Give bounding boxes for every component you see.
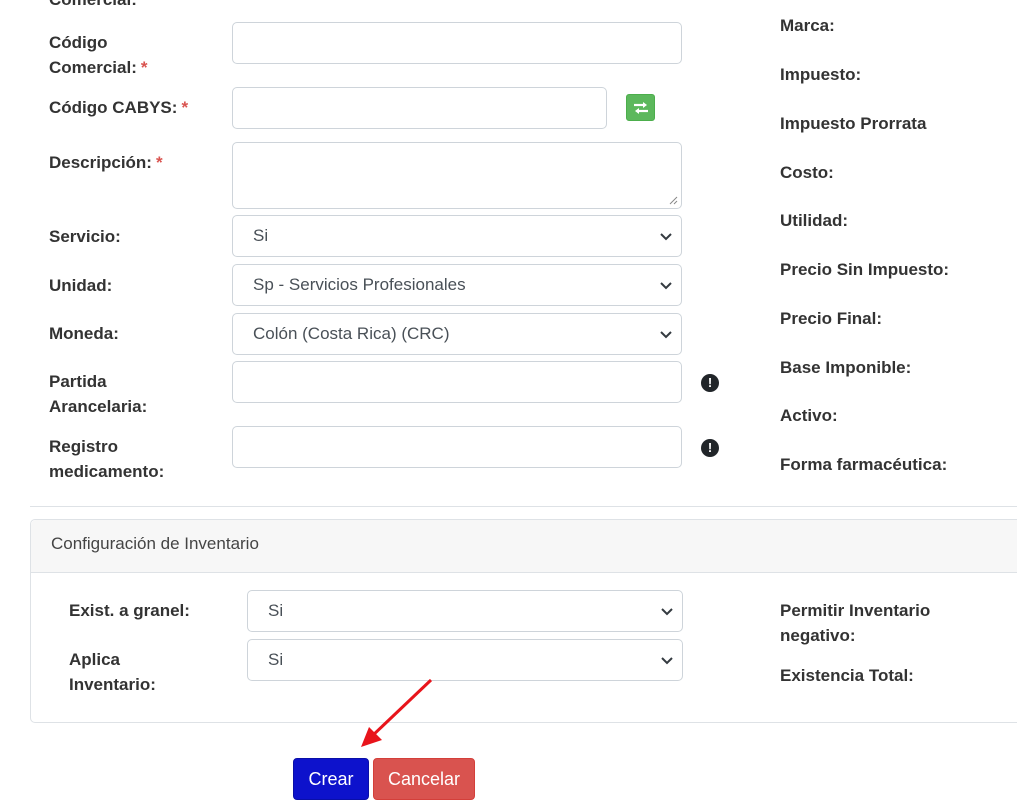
chevron-down-icon: [660, 331, 672, 339]
aplica-inventario-label-line2: Inventario:: [69, 675, 156, 694]
utilidad-label: Utilidad:: [780, 211, 848, 230]
cabys-swap-button[interactable]: [626, 94, 655, 121]
costo-label: Costo:: [780, 163, 834, 182]
aplica-inventario-label-line1: Aplica: [69, 650, 121, 669]
aplica-inventario-select[interactable]: Si: [247, 639, 683, 681]
moneda-label: Moneda:: [49, 324, 119, 343]
activo-label: Activo:: [780, 406, 838, 425]
unidad-select[interactable]: Sp - Servicios Profesionales: [232, 264, 682, 306]
info-icon[interactable]: !: [701, 374, 719, 392]
base-imponible-label: Base Imponible:: [780, 358, 912, 377]
precio-sin-impuesto-label: Precio Sin Impuesto:: [780, 260, 950, 279]
registro-label: Registro medicamento:: [49, 434, 164, 484]
codigo-comercial-label-text: Comercial:: [49, 58, 137, 77]
partida-label: Partida Arancelaria:: [49, 369, 147, 419]
required-marker: *: [155, 153, 163, 172]
registro-label-line1: Registro: [49, 437, 118, 456]
permitir-negativo-label: Permitir Inventario negativo:: [780, 598, 930, 648]
chevron-down-icon: [661, 608, 673, 616]
chevron-down-icon: [661, 657, 673, 665]
section-divider: [30, 506, 1017, 507]
registro-label-line2: medicamento:: [49, 462, 165, 481]
chevron-down-icon: [660, 282, 672, 290]
info-icon[interactable]: !: [701, 439, 719, 457]
codigo-comercial-input[interactable]: [232, 22, 682, 64]
servicio-label: Servicio:: [49, 227, 121, 246]
codigo-comercial-label: Código Comercial: *: [49, 30, 148, 80]
cut-off-label: Comercial:: [49, 0, 137, 12]
codigo-comercial-label-line2: Comercial: *: [49, 55, 148, 80]
permitir-negativo-label-line2: negativo:: [780, 626, 856, 645]
codigo-cabys-input[interactable]: [232, 87, 607, 129]
cancel-button[interactable]: Cancelar: [373, 758, 475, 800]
create-button[interactable]: Crear: [293, 758, 369, 800]
codigo-cabys-label: Código CABYS: *: [49, 95, 188, 120]
required-marker: *: [140, 58, 148, 77]
existencia-total-label: Existencia Total:: [780, 666, 914, 685]
registro-input[interactable]: [232, 426, 682, 468]
inventario-title: Configuración de Inventario: [51, 534, 259, 553]
exist-granel-label: Exist. a granel:: [69, 601, 190, 620]
exist-granel-selected: Si: [268, 601, 284, 620]
descripcion-label-text: Descripción:: [49, 153, 152, 172]
aplica-inventario-selected: Si: [268, 650, 284, 669]
unidad-selected: Sp - Servicios Profesionales: [253, 275, 466, 294]
red-arrow-annotation: [361, 678, 433, 747]
permitir-negativo-label-line1: Permitir Inventario: [780, 601, 931, 620]
marca-label: Marca:: [780, 16, 835, 35]
unidad-label: Unidad:: [49, 276, 113, 295]
swap-icon: [633, 101, 648, 114]
chevron-down-icon: [660, 233, 672, 241]
codigo-cabys-label-text: Código CABYS:: [49, 98, 178, 117]
precio-final-label: Precio Final:: [780, 309, 883, 328]
impuesto-label: Impuesto:: [780, 65, 862, 84]
descripcion-label: Descripción: *: [49, 150, 163, 175]
partida-label-line1: Partida: [49, 372, 107, 391]
descripcion-textarea[interactable]: [232, 142, 682, 209]
required-marker: *: [181, 98, 189, 117]
moneda-selected: Colón (Costa Rica) (CRC): [253, 324, 450, 343]
exist-granel-select[interactable]: Si: [247, 590, 683, 632]
forma-farmaceutica-label: Forma farmacéutica:: [780, 455, 948, 474]
partida-input[interactable]: [232, 361, 682, 403]
servicio-select[interactable]: Si: [232, 215, 682, 257]
codigo-comercial-label-line1: Código: [49, 33, 108, 52]
moneda-select[interactable]: Colón (Costa Rica) (CRC): [232, 313, 682, 355]
impuesto-prorrata-label: Impuesto Prorrata: [780, 114, 927, 133]
inventario-card-header: Configuración de Inventario: [31, 520, 1017, 573]
resize-handle-icon[interactable]: [669, 196, 678, 205]
partida-label-line2: Arancelaria:: [49, 397, 148, 416]
aplica-inventario-label: Aplica Inventario:: [69, 647, 156, 697]
servicio-selected: Si: [253, 226, 269, 245]
